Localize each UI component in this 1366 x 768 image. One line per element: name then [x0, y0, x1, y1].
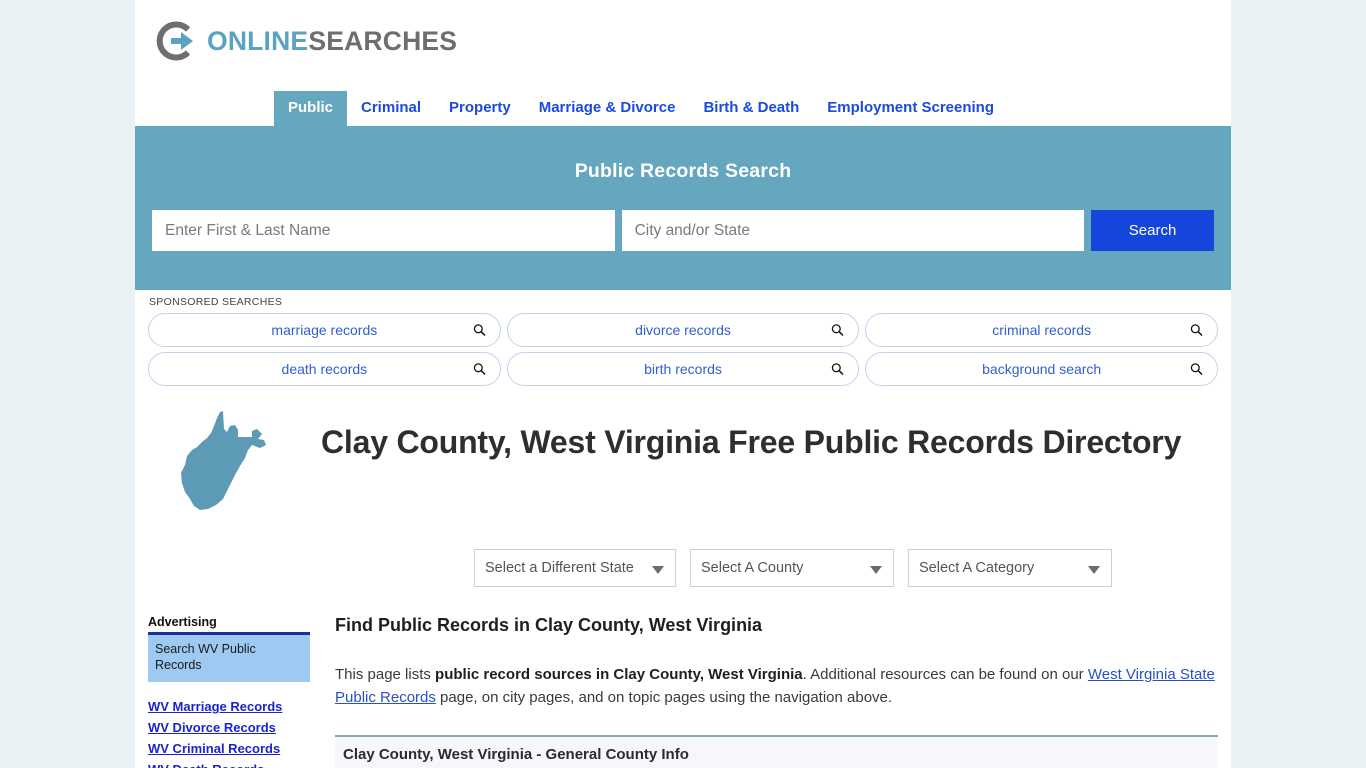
sponsored-row-2: death records birth records background s… [148, 352, 1219, 386]
location-search-input[interactable] [621, 210, 1085, 251]
lower-section: Advertising Search WV Public Records WV … [135, 615, 1231, 768]
sponsored-pill-label: birth records [644, 361, 722, 377]
category-select-label: Select A Category [919, 560, 1035, 576]
logo-word-searches: SEARCHES [308, 25, 458, 56]
tab-criminal[interactable]: Criminal [347, 91, 435, 126]
logo-word-online: ONLINE [207, 25, 309, 56]
general-county-info-header: Clay County, West Virginia - General Cou… [335, 737, 1218, 768]
advertising-heading: Advertising [148, 615, 217, 629]
category-select[interactable]: Select A Category [908, 549, 1112, 587]
sponsored-pill-death-records[interactable]: death records [148, 352, 501, 386]
sponsored-pill-label: divorce records [635, 322, 731, 338]
sidebar-item-wv-divorce-records[interactable]: WV Divorce Records [148, 717, 310, 738]
sidebar-links: WV Marriage Records WV Divorce Records W… [148, 696, 310, 768]
section-heading: Find Public Records in Clay County, West… [335, 615, 763, 635]
magnifier-icon [831, 363, 844, 376]
sidebar: Advertising Search WV Public Records WV … [148, 615, 310, 768]
circle-arrow-icon [154, 19, 198, 63]
main-navigation: Public Criminal Property Marriage & Divo… [135, 82, 1231, 126]
sidebar-item-wv-death-records[interactable]: WV Death Records [148, 759, 310, 768]
tab-marriage-divorce[interactable]: Marriage & Divorce [525, 91, 690, 126]
chevron-down-icon [870, 566, 882, 574]
site-logo[interactable]: ONLINESEARCHES [135, 0, 1231, 82]
search-button[interactable]: Search [1091, 210, 1214, 251]
intro-text-part3: page, on city pages, and on topic pages … [435, 688, 893, 706]
name-search-input[interactable] [152, 210, 615, 251]
logo-wordmark: ONLINESEARCHES [207, 26, 457, 57]
county-select-label: Select A County [701, 560, 804, 576]
chevron-down-icon [652, 566, 664, 574]
sidebar-item-wv-criminal-records[interactable]: WV Criminal Records [148, 738, 310, 759]
sponsored-pill-birth-records[interactable]: birth records [506, 352, 860, 386]
intro-bold-sources: public record sources in Clay County, We… [435, 666, 803, 683]
tab-public[interactable]: Public [274, 91, 348, 126]
search-form: Search [152, 210, 1214, 251]
sponsored-pill-label: background search [982, 361, 1102, 377]
sponsored-row-1: marriage records divorce records crimina… [148, 313, 1219, 347]
chevron-down-icon [1088, 566, 1100, 574]
sponsored-pill-label: marriage records [271, 322, 378, 338]
intro-text-part1: This page lists [335, 666, 436, 683]
sponsored-searches: SPONSORED SEARCHES marriage records divo… [135, 290, 1231, 386]
west-virginia-state-map-icon [148, 405, 268, 524]
sponsored-pill-label: death records [281, 361, 368, 377]
intro-paragraph: This page lists public record sources in… [335, 664, 1218, 709]
main-column: Find Public Records in Clay County, West… [310, 615, 1218, 768]
content-container: ONLINESEARCHES Public Criminal Property … [135, 0, 1231, 768]
sponsored-pill-marriage-records[interactable]: marriage records [148, 313, 501, 347]
search-panel-title: Public Records Search [574, 160, 792, 182]
sponsored-pill-divorce-records[interactable]: divorce records [506, 313, 860, 347]
sponsored-searches-label: SPONSORED SEARCHES [149, 296, 283, 308]
advertising-box[interactable]: Search WV Public Records [148, 635, 310, 682]
sponsored-pill-background-search[interactable]: background search [865, 352, 1219, 386]
magnifier-icon [831, 324, 844, 337]
filter-select-row: Select a Different State Select A County… [135, 549, 1231, 587]
tab-property[interactable]: Property [435, 91, 525, 126]
sidebar-item-wv-marriage-records[interactable]: WV Marriage Records [148, 696, 310, 717]
tab-employment-screening[interactable]: Employment Screening [813, 91, 1008, 126]
sponsored-pill-criminal-records[interactable]: criminal records [865, 313, 1219, 347]
magnifier-icon [1190, 324, 1203, 337]
state-select[interactable]: Select a Different State [474, 549, 676, 587]
state-select-label: Select a Different State [485, 560, 634, 576]
magnifier-icon [1190, 363, 1203, 376]
magnifier-icon [473, 363, 486, 376]
general-county-info-title: Clay County, West Virginia - General Cou… [343, 746, 689, 763]
tab-birth-death[interactable]: Birth & Death [689, 91, 813, 126]
sponsored-pill-label: criminal records [992, 322, 1092, 338]
page-title: Clay County, West Virginia Free Public R… [321, 424, 1182, 460]
magnifier-icon [473, 324, 486, 337]
page-root: ONLINESEARCHES Public Criminal Property … [0, 0, 1366, 768]
page-title-block: Clay County, West Virginia Free Public R… [135, 391, 1231, 524]
county-select[interactable]: Select A County [690, 549, 894, 587]
public-records-search-panel: Public Records Search Search [135, 126, 1231, 290]
intro-text-part2: . Additional resources can be found on o… [802, 666, 1088, 683]
advertising-box-text: Search WV Public Records [155, 642, 256, 672]
